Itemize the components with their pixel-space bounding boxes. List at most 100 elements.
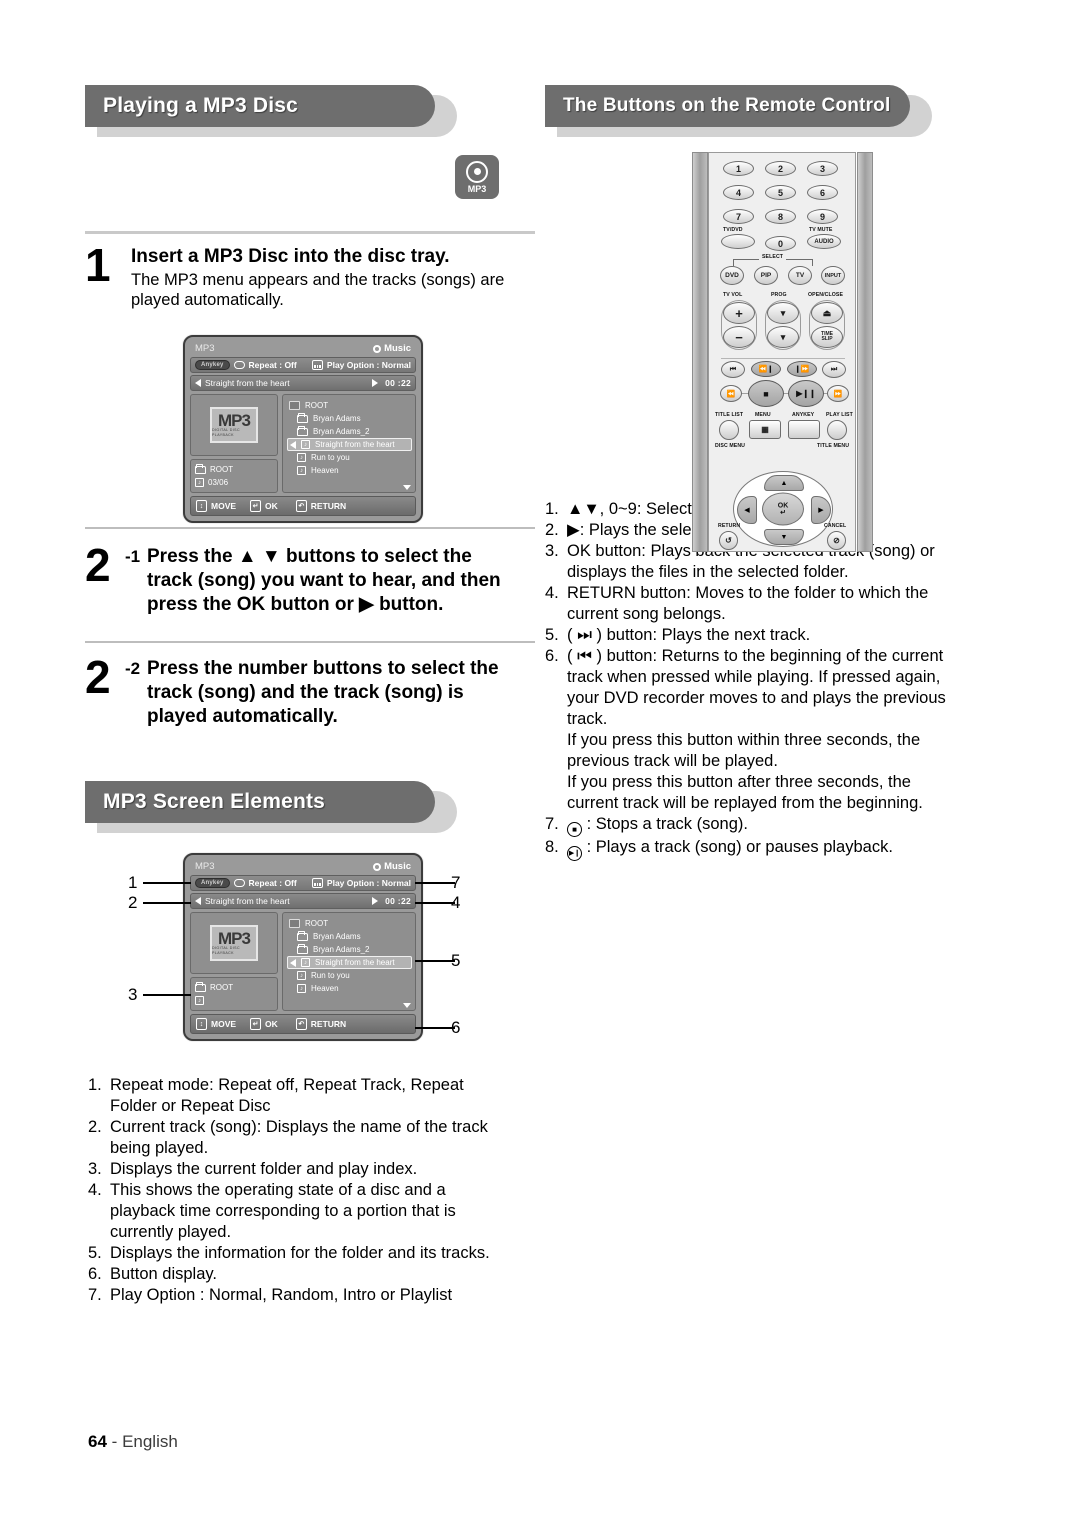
osd-main: MP3 DIGITAL DISC PLAYBACK ROOT ♪ ROOT Br…	[190, 912, 416, 1011]
remote-button-play-list[interactable]	[827, 420, 847, 440]
music-note-icon: ♪	[297, 984, 306, 993]
step-2-1-number: 2	[85, 539, 111, 591]
remote-body: 1 2 3 4 5 6 7 8 9 TV/DVD TV MUTE 0 AUDIO…	[708, 152, 856, 552]
list-item[interactable]: ♪ Run to you	[287, 451, 412, 464]
remote-button-fast-forward[interactable]: ⏩	[827, 385, 849, 402]
osd-return-group[interactable]: ↶ RETURN	[295, 500, 346, 512]
tv-mute-label: TV MUTE	[809, 227, 833, 233]
play-pause-icon: ▶❙	[567, 846, 582, 861]
step-2-1-line3: press the OK button or ▶ button.	[147, 594, 444, 615]
list-item-label: Bryan Adams_2	[313, 427, 370, 436]
divider-above-step2-2	[85, 641, 535, 643]
list-item[interactable]: ROOT	[287, 399, 412, 412]
list-item-number: 3.	[545, 542, 559, 560]
remote-button-8[interactable]: 8	[765, 209, 796, 224]
disc-mode-icon	[373, 344, 382, 353]
remote-button-tv-vol-down[interactable]: −	[723, 326, 755, 348]
dpad-down[interactable]: ▼	[764, 529, 804, 545]
remote-button-return[interactable]: ↺	[719, 531, 738, 550]
osd-ok-group[interactable]: ↵ OK	[250, 500, 278, 512]
remote-button-open-close[interactable]: ⏏	[811, 302, 843, 324]
callout-line-7	[415, 882, 455, 884]
remote-button-5[interactable]: 5	[765, 185, 796, 200]
remote-button-stop[interactable]: ■	[748, 380, 784, 407]
list-item: playback time corresponding to a portion…	[88, 1201, 538, 1222]
dpad-right[interactable]: ▶	[811, 496, 831, 524]
osd-move-group[interactable]: ↕ MOVE	[196, 1018, 236, 1030]
step-2-2-line3: played automatically.	[147, 706, 338, 727]
list-item: 6. ( ⏮ ) button: Returns to the beginning…	[545, 646, 1005, 667]
osd-left-panel: MP3 DIGITAL DISC PLAYBACK ROOT ♪ 03/06	[190, 394, 278, 493]
remote-button-time-slip[interactable]: TIME SLIP	[811, 326, 843, 348]
enter-icon: ↵	[780, 509, 786, 516]
scroll-down-icon[interactable]	[403, 485, 411, 490]
osd-move-group[interactable]: ↕ MOVE	[196, 500, 236, 512]
remote-button-0[interactable]: 0	[765, 236, 796, 251]
list-item-selected[interactable]: ♪ Straight from the heart	[287, 438, 412, 451]
remote-button-title-list[interactable]	[719, 420, 739, 440]
remote-button-6[interactable]: 6	[807, 185, 838, 200]
osd-play-option-label: Play Option : Normal	[326, 360, 411, 370]
osd-return-group[interactable]: ↶ RETURN	[295, 1018, 346, 1030]
remote-button-2[interactable]: 2	[765, 161, 796, 176]
remote-button-4[interactable]: 4	[723, 185, 754, 200]
remote-button-input[interactable]: INPUT	[821, 266, 845, 285]
list-item: 5. Displays the information for the folde…	[88, 1243, 538, 1264]
remote-button-prog-up[interactable]: ▾	[767, 302, 799, 324]
remote-button-tv-dvd[interactable]	[721, 234, 755, 249]
remote-button-step-back[interactable]: ⏪❙	[751, 361, 781, 377]
remote-button-anykey[interactable]	[788, 420, 820, 439]
remote-button-audio[interactable]: AUDIO	[807, 234, 841, 249]
remote-button-tv-vol-up[interactable]: +	[723, 302, 755, 324]
remote-button-1[interactable]: 1	[723, 161, 754, 176]
dpad[interactable]: ▲ ▼ ◀ ▶ OK ↵	[733, 471, 833, 547]
play-list-label: PLAY LIST	[826, 412, 853, 418]
remote-button-9[interactable]: 9	[807, 209, 838, 224]
remote-button-3[interactable]: 3	[807, 161, 838, 176]
remote-button-rewind[interactable]: ⏪	[720, 385, 742, 402]
list-item[interactable]: ♪ Run to you	[287, 969, 412, 982]
list-item-text: Repeat mode: Repeat off, Repeat Track, R…	[110, 1076, 464, 1094]
remote-button-7[interactable]: 7	[723, 209, 754, 224]
remote-button-ok[interactable]: OK ↵	[762, 492, 804, 526]
remote-button-prog-down[interactable]: ▾	[767, 326, 799, 348]
step-1-title: Insert a MP3 Disc into the disc tray.	[131, 246, 450, 267]
disc-icon	[466, 160, 488, 183]
remote-button-description-list: 1. ▲▼, 0~9: Selects a track (song). 2. ▶: …	[545, 499, 1005, 861]
list-item-number: 2.	[88, 1118, 102, 1136]
osd-repeat-row: Anykey Repeat : Off Play Option : Normal	[190, 357, 416, 373]
scroll-down-icon[interactable]	[403, 1003, 411, 1008]
list-item[interactable]: ♪ Heaven	[287, 464, 412, 477]
remote-button-tv[interactable]: TV	[788, 266, 812, 285]
disc-mode-icon	[373, 862, 382, 871]
remote-button-menu[interactable]: ▦	[749, 420, 781, 439]
list-item[interactable]: Bryan Adams	[287, 930, 412, 943]
button-label: 0	[777, 238, 783, 249]
remote-button-dvd[interactable]: DVD	[720, 266, 744, 285]
list-item[interactable]: Bryan Adams_2	[287, 425, 412, 438]
list-item-text: currently played.	[110, 1223, 232, 1241]
osd-file-list: ROOT Bryan Adams Bryan Adams_2 ♪ Straigh…	[282, 912, 416, 1011]
osd-ok-group[interactable]: ↵ OK	[250, 1018, 278, 1030]
play-state-icon	[372, 379, 379, 387]
music-note-icon: ♪	[195, 996, 204, 1005]
dpad-up[interactable]: ▲	[764, 475, 804, 491]
list-item[interactable]: Bryan Adams_2	[287, 943, 412, 956]
remote-button-step-forward[interactable]: ❙⏩	[787, 361, 817, 377]
remote-button-skip-forward[interactable]: ⏭	[822, 361, 846, 378]
button-label: INPUT	[824, 272, 842, 279]
remote-button-pip[interactable]: PIP	[754, 266, 778, 285]
list-item-number: 5.	[545, 626, 559, 644]
list-item[interactable]: Bryan Adams	[287, 412, 412, 425]
osd-title: MP3	[195, 861, 215, 872]
remote-button-skip-back[interactable]: ⏮	[721, 361, 745, 378]
remote-button-cancel[interactable]: ⊘	[827, 531, 846, 550]
list-item-number: 7.	[545, 815, 559, 833]
list-item-selected[interactable]: ♪ Straight from the heart	[287, 956, 412, 969]
dpad-left[interactable]: ◀	[737, 496, 757, 524]
list-item[interactable]: ROOT	[287, 917, 412, 930]
list-item[interactable]: ♪ Heaven	[287, 982, 412, 995]
divider-above-step2-1	[85, 527, 535, 529]
remote-button-play-pause[interactable]: ▶❙❙	[788, 380, 824, 407]
list-item-label: Heaven	[311, 466, 339, 475]
